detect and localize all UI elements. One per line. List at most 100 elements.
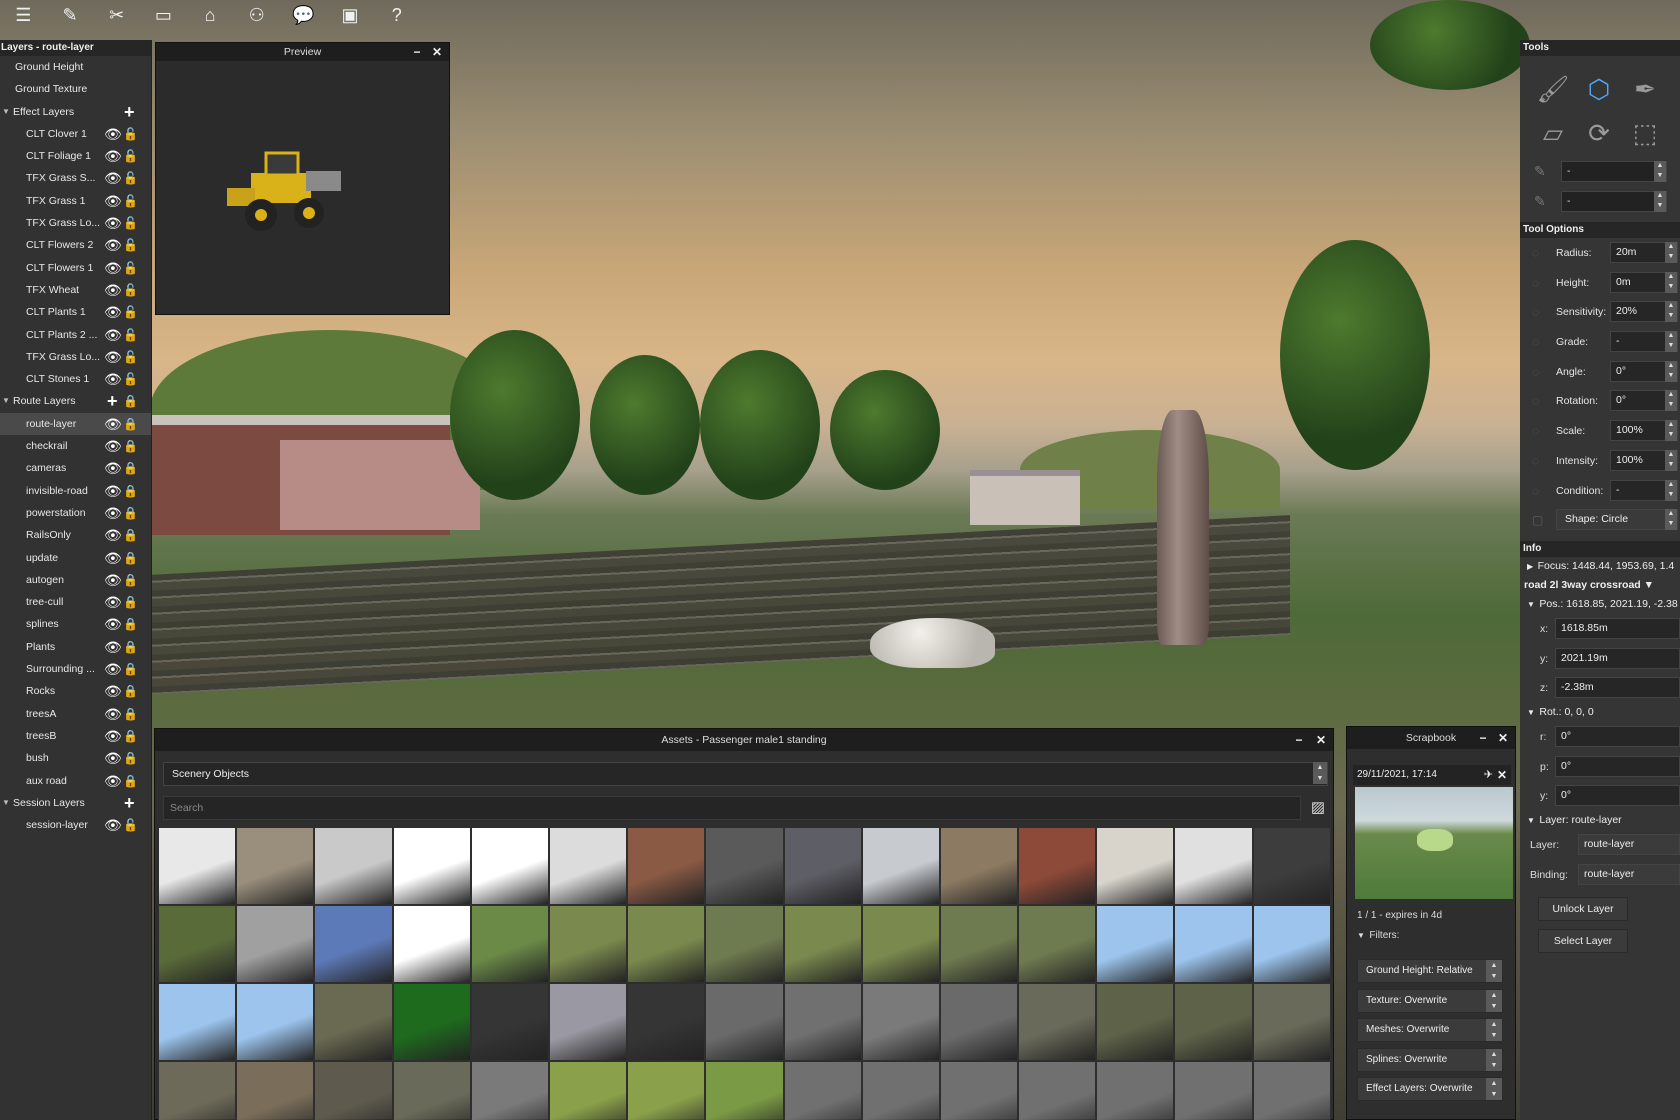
tools-icon[interactable]: ✂ bbox=[93, 0, 140, 30]
visibility-eye-icon[interactable]: 👁 bbox=[104, 725, 122, 747]
layer-row[interactable]: update 👁 🔒 bbox=[0, 547, 151, 569]
spinner-icon[interactable]: ▲ ▼ bbox=[1486, 960, 1502, 982]
asset-thumbnail[interactable] bbox=[861, 827, 940, 905]
asset-thumbnail[interactable] bbox=[548, 827, 628, 905]
asset-thumbnail[interactable] bbox=[548, 905, 628, 983]
asset-thumbnail[interactable] bbox=[1174, 983, 1253, 1061]
layer-group[interactable]: ▼ Route Layers + 🔒 bbox=[0, 390, 151, 412]
visibility-eye-icon[interactable]: 👁 bbox=[104, 747, 122, 769]
shape-selector[interactable]: Shape: Circle ▲ ▼ bbox=[1556, 509, 1678, 531]
asset-thumbnail[interactable] bbox=[1096, 905, 1175, 983]
asset-thumbnail[interactable] bbox=[314, 827, 393, 905]
asset-thumbnail[interactable] bbox=[158, 905, 237, 983]
chat-icon[interactable]: 💬 bbox=[280, 0, 327, 30]
scrapbook-thumbnail[interactable] bbox=[1355, 787, 1513, 899]
layer-row[interactable]: CLT Foliage 1 👁 🔓 bbox=[0, 145, 151, 167]
asset-thumbnail[interactable] bbox=[861, 983, 940, 1061]
layer-row[interactable]: powerstation 👁 🔒 bbox=[0, 502, 151, 524]
layer-row[interactable]: tree-cull 👁 🔒 bbox=[0, 591, 151, 613]
menu-icon[interactable]: ☰ bbox=[0, 0, 47, 30]
brush-selector[interactable]: - ▲ ▼ bbox=[1561, 161, 1667, 182]
paint-brush-icon[interactable]: 🖌 bbox=[1530, 68, 1576, 111]
layer-row[interactable]: TFX Wheat 👁 🔓 bbox=[0, 279, 151, 301]
asset-thumbnail[interactable] bbox=[1174, 1061, 1253, 1120]
spinner-icon[interactable]: ▲ ▼ bbox=[1486, 989, 1502, 1012]
spinner-icon[interactable]: ▲ ▼ bbox=[1665, 242, 1677, 263]
asset-thumbnail[interactable] bbox=[939, 905, 1019, 983]
help-icon[interactable]: ? bbox=[373, 0, 420, 30]
visibility-eye-icon[interactable]: 👁 bbox=[104, 145, 122, 167]
filter-selector[interactable]: Ground Height: Relative ▲ ▼ bbox=[1357, 959, 1503, 983]
y-coordinate-field[interactable]: 2021.19m bbox=[1555, 647, 1680, 669]
asset-thumbnail[interactable] bbox=[1096, 1061, 1175, 1120]
close-icon[interactable]: ✕ bbox=[1495, 727, 1511, 749]
visibility-eye-icon[interactable]: 👁 bbox=[104, 435, 122, 457]
asset-thumbnail[interactable] bbox=[392, 905, 471, 983]
layer-group[interactable]: ▼ Effect Layers + bbox=[0, 101, 151, 123]
spinner-icon[interactable]: ▲ ▼ bbox=[1665, 271, 1677, 293]
layer-row[interactable]: CLT Flowers 2 👁 🔓 bbox=[0, 234, 151, 256]
pin-icon[interactable]: ✈ bbox=[1484, 765, 1493, 785]
preview-titlebar[interactable]: Preview − ✕ bbox=[156, 43, 449, 61]
select-layer-button[interactable]: Select Layer bbox=[1538, 929, 1628, 954]
binding-selector[interactable]: route-layer bbox=[1578, 863, 1680, 885]
lock-icon[interactable]: 🔒 bbox=[123, 569, 138, 591]
asset-thumbnail[interactable] bbox=[314, 905, 393, 983]
visibility-eye-icon[interactable]: 👁 bbox=[104, 324, 122, 346]
scrapbook-titlebar[interactable]: Scrapbook − ✕ bbox=[1347, 727, 1515, 749]
eyedropper-icon[interactable]: ✒ bbox=[1622, 68, 1668, 111]
add-layer-icon[interactable]: + bbox=[124, 792, 135, 814]
visibility-eye-icon[interactable]: 👁 bbox=[104, 680, 122, 702]
spinner-icon[interactable]: ▲ ▼ bbox=[1665, 479, 1677, 501]
layer-selector[interactable]: route-layer bbox=[1578, 834, 1680, 855]
asset-thumbnail[interactable] bbox=[705, 983, 784, 1061]
visibility-eye-icon[interactable]: 👁 bbox=[104, 167, 122, 189]
asset-thumbnail[interactable] bbox=[470, 827, 549, 905]
asset-thumbnail[interactable] bbox=[861, 905, 940, 983]
visibility-eye-icon[interactable]: 👁 bbox=[104, 569, 122, 591]
asset-thumbnail[interactable] bbox=[1018, 905, 1097, 983]
layer-row[interactable]: invisible-road 👁 🔒 bbox=[0, 480, 151, 502]
asset-thumbnail[interactable] bbox=[627, 983, 706, 1061]
asset-thumbnail[interactable] bbox=[939, 983, 1019, 1061]
minimize-icon[interactable]: − bbox=[1475, 727, 1491, 749]
pitch-field[interactable]: 0° bbox=[1555, 755, 1680, 777]
asset-thumbnail[interactable] bbox=[627, 827, 706, 905]
filter-selector[interactable]: Splines: Overwrite ▲ ▼ bbox=[1357, 1047, 1503, 1072]
layer-row[interactable]: CLT Clover 1 👁 🔓 bbox=[0, 123, 151, 145]
asset-search-input[interactable]: Search bbox=[163, 796, 1301, 820]
lock-icon[interactable]: 🔒 bbox=[123, 390, 138, 412]
lock-icon[interactable]: 🔒 bbox=[123, 770, 138, 792]
spinner-icon[interactable]: ▲ ▼ bbox=[1486, 1078, 1502, 1100]
unlocked-icon[interactable]: 🔓 bbox=[123, 167, 138, 189]
asset-thumbnail[interactable] bbox=[470, 1061, 549, 1120]
option-value-field[interactable]: 100% ▲ ▼ bbox=[1610, 449, 1678, 471]
layer-row[interactable]: Rocks 👁 🔒 bbox=[0, 680, 151, 702]
lock-icon[interactable]: 🔒 bbox=[123, 547, 138, 569]
option-value-field[interactable]: 100% ▲ ▼ bbox=[1610, 420, 1678, 442]
lock-icon[interactable]: 🔒 bbox=[123, 591, 138, 613]
close-icon[interactable]: ✕ bbox=[1497, 765, 1507, 785]
lock-icon[interactable]: 🔒 bbox=[123, 480, 138, 502]
unlocked-icon[interactable]: 🔓 bbox=[123, 346, 138, 368]
visibility-eye-icon[interactable]: 👁 bbox=[104, 234, 122, 256]
option-value-field[interactable]: - ▲ ▼ bbox=[1610, 479, 1678, 501]
spinner-icon[interactable]: ▲ ▼ bbox=[1654, 191, 1666, 212]
asset-thumbnail[interactable] bbox=[627, 905, 706, 983]
object-name[interactable]: road 2l 3way crossroad ▼ bbox=[1520, 576, 1680, 595]
cube-icon[interactable]: ▱ bbox=[1530, 112, 1576, 155]
option-value-field[interactable]: - ▲ ▼ bbox=[1610, 331, 1678, 353]
option-value-field[interactable]: 0° ▲ ▼ bbox=[1610, 390, 1678, 412]
asset-thumbnail[interactable] bbox=[236, 1061, 315, 1120]
asset-thumbnail[interactable] bbox=[1252, 983, 1331, 1061]
asset-category-select[interactable]: Scenery Objects ▲ ▼ bbox=[163, 762, 1328, 786]
layer-row[interactable]: TFX Grass 1 👁 🔓 bbox=[0, 190, 151, 212]
spinner-icon[interactable]: ▲ ▼ bbox=[1313, 762, 1327, 784]
layer-row[interactable]: TFX Grass Lo... 👁 🔓 bbox=[0, 212, 151, 234]
asset-thumbnail[interactable] bbox=[705, 1061, 784, 1120]
asset-thumbnail[interactable] bbox=[627, 1061, 706, 1120]
layer-row[interactable]: CLT Plants 2 ... 👁 🔓 bbox=[0, 324, 151, 346]
collapse-arrow-icon[interactable]: ▼ bbox=[1527, 816, 1539, 825]
assets-titlebar[interactable]: Assets - Passenger male1 standing − ✕ bbox=[155, 729, 1333, 751]
visibility-eye-icon[interactable]: 👁 bbox=[104, 301, 122, 323]
